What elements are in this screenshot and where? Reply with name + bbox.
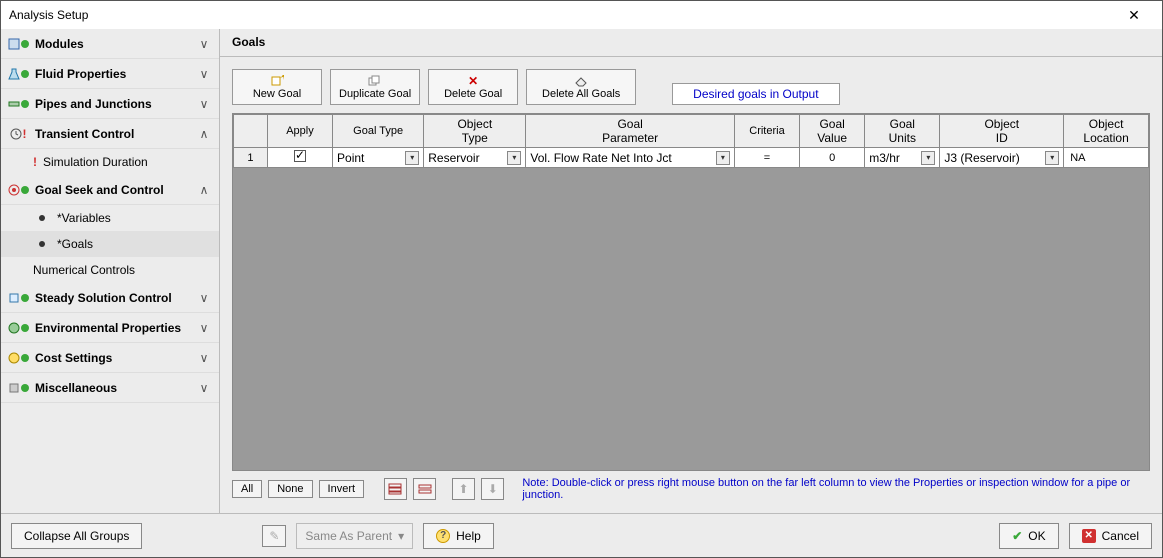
expand-rows-icon[interactable] (384, 478, 407, 500)
sidebar-item-environmental[interactable]: Environmental Properties ∨ (1, 313, 219, 343)
sidebar-item-modules[interactable]: Modules ∨ (1, 29, 219, 59)
new-goal-button[interactable]: ✶ New Goal (232, 69, 322, 105)
chevron-down-icon: ∨ (197, 67, 211, 81)
cancel-button[interactable]: ✕Cancel (1069, 523, 1152, 549)
help-icon: ? (436, 529, 450, 543)
delete-all-goals-button[interactable]: Delete All Goals (526, 69, 636, 105)
col-criteria: Criteria (734, 115, 799, 148)
sidebar-item-goal-seek[interactable]: Goal Seek and Control ∧ (1, 175, 219, 205)
delete-goal-button[interactable]: ✕ Delete Goal (428, 69, 518, 105)
chevron-down-icon: ∨ (197, 381, 211, 395)
sidebar-item-steady-solution[interactable]: Steady Solution Control ∨ (1, 283, 219, 313)
apply-checkbox[interactable] (267, 148, 332, 168)
variable-icon (33, 209, 51, 227)
flask-icon (9, 65, 27, 83)
sidebar-sub-numerical-controls[interactable]: Numerical Controls (1, 257, 219, 283)
criteria-cell[interactable]: = (734, 148, 799, 168)
svg-text:✶: ✶ (279, 75, 284, 83)
move-down-icon[interactable]: ⬇ (481, 478, 504, 500)
check-icon: ✔ (1012, 529, 1022, 543)
pipe-icon (9, 95, 27, 113)
col-goal-units: Goal Units (865, 115, 940, 148)
chevron-down-icon: ∨ (197, 321, 211, 335)
ok-button[interactable]: ✔OK (999, 523, 1058, 549)
col-object-location: Object Location (1064, 115, 1149, 148)
help-button[interactable]: ? Help (423, 523, 494, 549)
col-apply: Apply (267, 115, 332, 148)
grid-note: Note: Double-click or press right mouse … (522, 477, 1150, 501)
chevron-down-icon: ∨ (197, 37, 211, 51)
chevron-down-icon: ▾ (921, 151, 935, 165)
row-number[interactable]: 1 (234, 148, 268, 168)
sidebar-item-misc[interactable]: Miscellaneous ∨ (1, 373, 219, 403)
chevron-down-icon: ∨ (197, 351, 211, 365)
sidebar-item-fluid-properties[interactable]: Fluid Properties ∨ (1, 59, 219, 89)
chevron-down-icon: ▾ (507, 151, 521, 165)
select-none-button[interactable]: None (268, 480, 312, 498)
sidebar: Modules ∨ Fluid Properties ∨ Pipes and J… (1, 29, 220, 513)
col-object-type: Object Type (424, 115, 526, 148)
page-title: Goals (220, 29, 1162, 57)
duplicate-icon (368, 74, 382, 88)
target-icon (9, 181, 27, 199)
chevron-down-icon: ∨ (197, 97, 211, 111)
chevron-down-icon: ▾ (1045, 151, 1059, 165)
object-type-cell[interactable]: Reservoir▾ (424, 148, 526, 168)
sidebar-sub-goals[interactable]: *Goals (1, 231, 219, 257)
object-id-cell[interactable]: J3 (Reservoir)▾ (940, 148, 1064, 168)
goal-units-cell[interactable]: m3/hr▾ (865, 148, 940, 168)
chevron-up-icon: ∧ (197, 127, 211, 141)
cost-icon (9, 349, 27, 367)
globe-icon (9, 319, 27, 337)
goal-type-cell[interactable]: Point▾ (333, 148, 424, 168)
cancel-icon: ✕ (1082, 529, 1096, 543)
solution-icon (9, 289, 27, 307)
close-icon[interactable]: ✕ (1114, 7, 1154, 24)
col-goal-value: Goal Value (800, 115, 865, 148)
table-row[interactable]: 1 Point▾ Reservoir▾ Vol. Flow Rate Net I… (234, 148, 1149, 168)
col-object-id: Object ID (940, 115, 1064, 148)
new-icon: ✶ (270, 74, 284, 88)
sidebar-item-pipes-junctions[interactable]: Pipes and Junctions ∨ (1, 89, 219, 119)
clock-icon: ! (9, 125, 27, 143)
col-rownum (234, 115, 268, 148)
move-up-icon[interactable]: ⬆ (452, 478, 475, 500)
chevron-down-icon: ▾ (405, 151, 419, 165)
goal-parameter-cell[interactable]: Vol. Flow Rate Net Into Jct▾ (526, 148, 735, 168)
goal-icon (33, 235, 51, 253)
object-location-cell[interactable]: NA (1064, 148, 1149, 168)
select-all-button[interactable]: All (232, 480, 262, 498)
duplicate-goal-button[interactable]: Duplicate Goal (330, 69, 420, 105)
same-as-parent-dropdown[interactable]: Same As Parent▾ (296, 523, 413, 549)
chevron-down-icon: ∨ (197, 291, 211, 305)
col-goal-type: Goal Type (333, 115, 424, 148)
sidebar-sub-variables[interactable]: *Variables (1, 205, 219, 231)
misc-icon (9, 379, 27, 397)
sidebar-sub-simulation-duration[interactable]: ! Simulation Duration (1, 149, 219, 175)
chevron-up-icon: ∧ (197, 183, 211, 197)
collapse-rows-icon[interactable] (413, 478, 436, 500)
warning-icon: ! (33, 155, 37, 169)
sidebar-item-transient-control[interactable]: ! Transient Control ∧ (1, 119, 219, 149)
sidebar-item-cost[interactable]: Cost Settings ∨ (1, 343, 219, 373)
goals-grid: Apply Goal Type Object Type Goal Paramet… (232, 113, 1150, 471)
delete-icon: ✕ (468, 74, 478, 88)
window-title: Analysis Setup (9, 8, 1114, 22)
chevron-down-icon: ▾ (716, 151, 730, 165)
modules-icon (9, 35, 27, 53)
col-goal-parameter: Goal Parameter (526, 115, 735, 148)
desired-goals-output-button[interactable]: Desired goals in Output (672, 83, 839, 105)
collapse-all-groups-button[interactable]: Collapse All Groups (11, 523, 142, 549)
edit-icon[interactable]: ✎ (262, 525, 286, 547)
goal-value-cell[interactable]: 0 (800, 148, 865, 168)
eraser-icon (574, 74, 588, 88)
select-invert-button[interactable]: Invert (319, 480, 365, 498)
